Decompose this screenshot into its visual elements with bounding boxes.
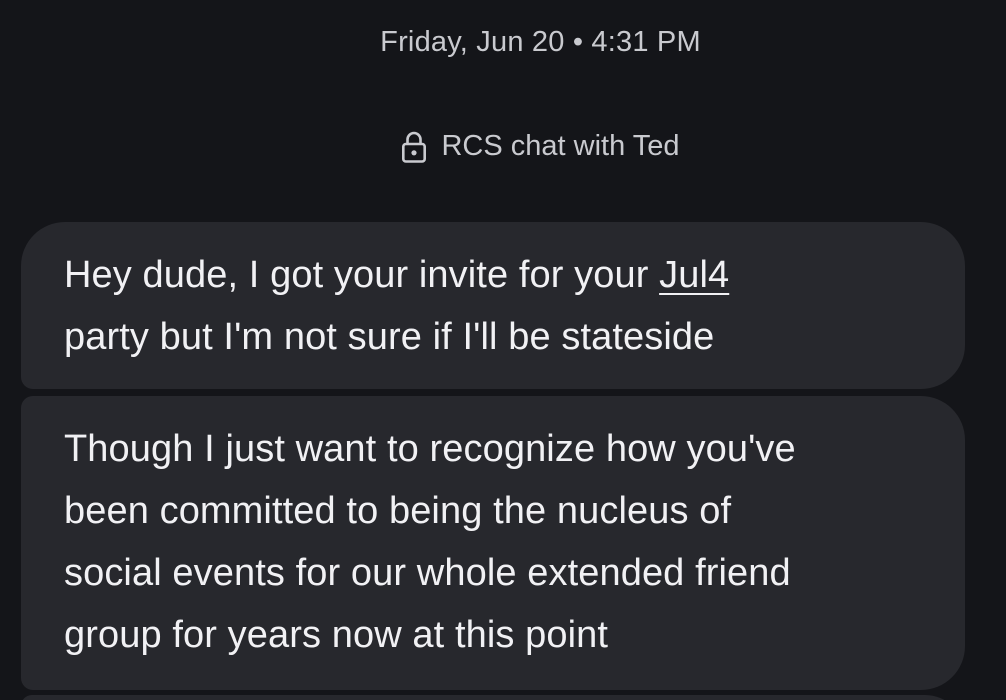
message-line: group for years now at this point: [64, 614, 609, 656]
message-bubble-partial[interactable]: [21, 695, 965, 700]
conversation-screen: Friday, Jun 20 • 4:31 PM RCS chat with T…: [0, 0, 1006, 700]
date-link[interactable]: Jul4: [659, 254, 729, 296]
message-line: social events for our whole extended fri…: [64, 552, 791, 594]
message-line: party but I'm not sure if I'll be states…: [64, 316, 715, 358]
message-bubble[interactable]: Hey dude, I got your invite for your Jul…: [21, 222, 965, 389]
message-line: been committed to being the nucleus of: [64, 490, 732, 532]
lock-icon: [401, 130, 427, 164]
message-line: Though I just want to recognize how you'…: [64, 428, 796, 470]
message-text: Hey dude, I got your invite for your: [64, 254, 660, 296]
rcs-encryption-banner: RCS chat with Ted: [0, 126, 1006, 166]
message-line: Hey dude, I got your invite for your Jul…: [64, 244, 925, 306]
message-timestamp: Friday, Jun 20 • 4:31 PM: [380, 26, 701, 58]
rcs-banner-label: RCS chat with Ted: [441, 130, 680, 162]
message-bubble[interactable]: Though I just want to recognize how you'…: [21, 396, 965, 690]
